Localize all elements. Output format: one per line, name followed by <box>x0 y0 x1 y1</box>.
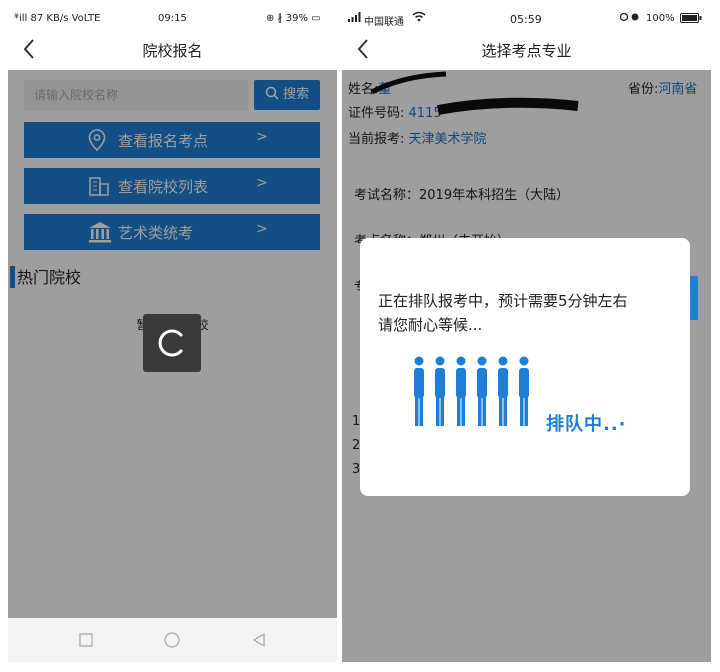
battery-icon <box>680 13 702 26</box>
person-figure-icon <box>498 356 508 426</box>
person-figure-icon <box>456 356 466 426</box>
status-signal: *̈ill 87 KB/s VoLTE <box>14 13 101 24</box>
status-bar: *̈ill 87 KB/s VoLTE 09:15 ⊕ ∦ 39% ▭ <box>8 6 337 32</box>
system-nav-bar <box>8 618 337 662</box>
nav-bar: 院校报名 <box>8 32 337 70</box>
battery-percent: 100% <box>646 13 675 24</box>
nav-bar: 选择考点专业 <box>342 32 711 70</box>
back-nav-icon <box>252 632 265 648</box>
left-phone-screen: *̈ill 87 KB/s VoLTE 09:15 ⊕ ∦ 39% ▭ 院校报名… <box>8 6 337 662</box>
person-figure-icon <box>519 356 529 426</box>
page-title: 选择考点专业 <box>481 42 572 60</box>
person-figure-icon <box>435 356 445 426</box>
home-icon <box>164 632 180 648</box>
alarm-icon <box>619 12 642 25</box>
loading-spinner <box>143 314 201 372</box>
dialog-submessage: 请您耐心等候... <box>378 316 483 334</box>
status-right: ⊕ ∦ 39% ▭ <box>266 13 321 24</box>
person-figure-icon <box>414 356 424 426</box>
status-bar: 中国联通 05:59 100% <box>342 6 711 32</box>
signal-icon <box>348 12 362 25</box>
status-time: 09:15 <box>158 13 187 24</box>
queue-dialog: 正在排队报考中，预计需要5分钟左右 请您耐心等候... 排队中..· <box>360 238 690 496</box>
queue-people-icon <box>414 356 529 426</box>
recent-apps-icon <box>79 633 93 647</box>
spinner-icon <box>158 329 183 357</box>
queue-status-text: 排队中..· <box>546 414 627 435</box>
person-figure-icon <box>477 356 487 426</box>
page-title: 院校报名 <box>142 42 203 60</box>
status-time: 05:59 <box>510 13 542 26</box>
right-phone-screen: 中国联通 05:59 100% 选择考点专业 姓名:董 省份:河南省 证件号码:… <box>342 6 711 662</box>
carrier-name: 中国联通 <box>364 17 404 28</box>
dialog-message: 正在排队报考中，预计需要5分钟左右 <box>378 292 628 310</box>
wifi-icon <box>412 11 426 25</box>
